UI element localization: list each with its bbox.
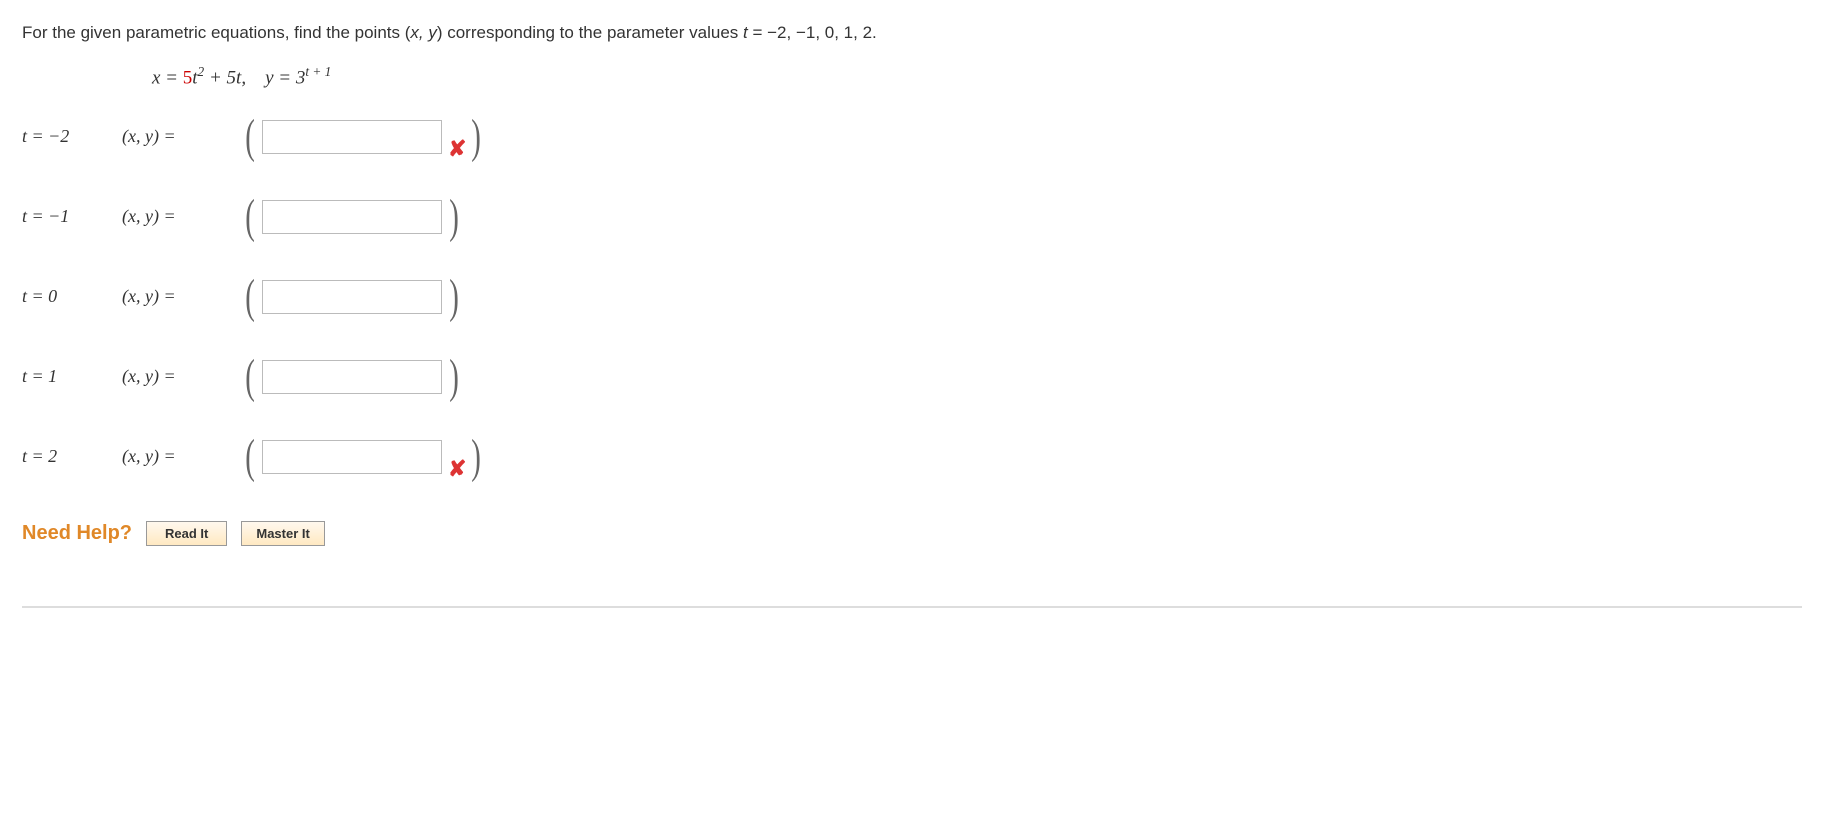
prompt-xy: x, y bbox=[410, 23, 436, 42]
answer-row-t-2: t = 2 (x, y) = ( ✘ ) bbox=[22, 433, 1802, 481]
wrong-icon: ✘ bbox=[448, 456, 466, 482]
t-label: t = 1 bbox=[22, 366, 122, 387]
prompt-text-2: ) corresponding to the parameter values bbox=[437, 23, 743, 42]
read-it-button[interactable]: Read It bbox=[146, 521, 227, 546]
eq-exp-plus: + 1 bbox=[309, 64, 331, 79]
t-label: t = 0 bbox=[22, 286, 122, 307]
open-paren-icon: ( bbox=[245, 198, 255, 236]
answer-row-t-neg2: t = −2 (x, y) = ( ✘ ) bbox=[22, 113, 1802, 161]
xy-label: (x, y) = bbox=[122, 206, 242, 227]
xy-label: (x, y) = bbox=[122, 286, 242, 307]
answer-input[interactable] bbox=[262, 440, 442, 474]
wrong-icon: ✘ bbox=[448, 136, 466, 162]
open-paren-icon: ( bbox=[245, 438, 255, 476]
answer-input[interactable] bbox=[262, 360, 442, 394]
t-label: t = −2 bbox=[22, 126, 122, 147]
answer-input[interactable] bbox=[262, 280, 442, 314]
open-paren-icon: ( bbox=[245, 118, 255, 156]
help-section: Need Help? Read It Master It bbox=[22, 521, 1802, 546]
close-paren-icon: ) bbox=[449, 278, 459, 316]
parametric-equations: x = 5t2 + 5t, y = 3t + 1 bbox=[152, 64, 1802, 89]
open-paren-icon: ( bbox=[245, 358, 255, 396]
eq-plus: + 5 bbox=[204, 67, 236, 88]
close-paren-icon: ) bbox=[449, 198, 459, 236]
close-paren-icon: ) bbox=[472, 118, 482, 156]
eq-coef-red: 5 bbox=[183, 67, 193, 88]
answer-row-t-1: t = 1 (x, y) = ( ) bbox=[22, 353, 1802, 401]
master-it-button[interactable]: Master It bbox=[241, 521, 324, 546]
xy-label: (x, y) = bbox=[122, 366, 242, 387]
xy-label: (x, y) = bbox=[122, 446, 242, 467]
open-paren-icon: ( bbox=[245, 278, 255, 316]
close-paren-icon: ) bbox=[449, 358, 459, 396]
answer-input[interactable] bbox=[262, 120, 442, 154]
answer-row-t-0: t = 0 (x, y) = ( ) bbox=[22, 273, 1802, 321]
answer-row-t-neg1: t = −1 (x, y) = ( ) bbox=[22, 193, 1802, 241]
question-prompt: For the given parametric equations, find… bbox=[22, 20, 1802, 46]
prompt-values: = −2, −1, 0, 1, 2. bbox=[748, 23, 877, 42]
need-help-label: Need Help? bbox=[22, 522, 132, 545]
eq-x-lhs: x = bbox=[152, 67, 183, 88]
eq-y-lhs: y = 3 bbox=[265, 67, 305, 88]
divider bbox=[22, 606, 1802, 608]
xy-label: (x, y) = bbox=[122, 126, 242, 147]
t-label: t = −1 bbox=[22, 206, 122, 227]
close-paren-icon: ) bbox=[472, 438, 482, 476]
answer-input[interactable] bbox=[262, 200, 442, 234]
prompt-text-1: For the given parametric equations, find… bbox=[22, 23, 410, 42]
eq-comma: , bbox=[241, 67, 265, 88]
t-label: t = 2 bbox=[22, 446, 122, 467]
